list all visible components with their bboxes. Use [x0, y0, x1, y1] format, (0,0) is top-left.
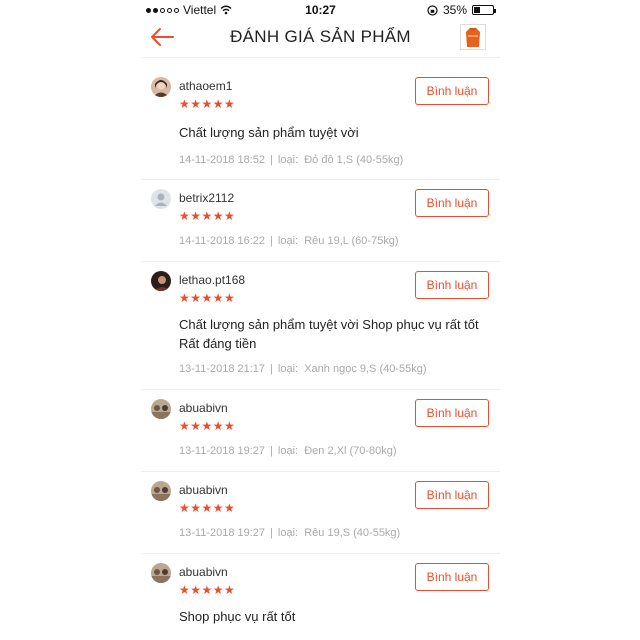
- rating-stars: ★★★★★: [179, 209, 236, 223]
- review-meta: 13-11-2018 19:27 | loại: Rêu 19,S (40-55kg…: [179, 527, 401, 539]
- variant-value: Rêu 19,S (40-55kg): [304, 527, 401, 539]
- top-nav-bar: ĐÁNH GIÁ SẢN PHẨM: [141, 20, 500, 58]
- comment-button[interactable]: Bình luận: [415, 189, 489, 217]
- review-date: 14-11-2018 18:52: [179, 154, 266, 166]
- variant-value: Đỏ đô 1,S (40-55kg): [304, 154, 404, 166]
- review-date: 13-11-2018 19:27: [179, 445, 266, 457]
- comment-button[interactable]: Bình luận: [415, 481, 489, 509]
- rating-stars: ★★★★★: [179, 97, 236, 111]
- avatar[interactable]: [151, 77, 171, 97]
- avatar[interactable]: [151, 271, 171, 291]
- username: lethao.pt168: [179, 273, 246, 287]
- review-item: abuabivn ★★★★★ Bình luận Shop phục vụ rấ…: [141, 554, 500, 640]
- avatar[interactable]: [151, 189, 171, 209]
- comment-button[interactable]: Bình luận: [415, 77, 489, 105]
- review-item: betrix2112 ★★★★★ Bình luận 14-11-2018 16…: [141, 180, 500, 262]
- avatar[interactable]: [151, 399, 171, 419]
- product-thumbnail[interactable]: [460, 24, 486, 50]
- comment-button[interactable]: Bình luận: [415, 399, 489, 427]
- review-item: abuabivn ★★★★★ Bình luận 13-11-2018 19:2…: [141, 472, 500, 554]
- username: betrix2112: [179, 191, 235, 205]
- review-text: Chất lượng sản phẩm tuyệt vời Shop phục …: [179, 317, 479, 351]
- review-item: lethao.pt168 ★★★★★ Bình luận Chất lượng …: [141, 262, 500, 390]
- variant-prefix: loại:: [277, 154, 299, 166]
- variant-value: Đen 2,Xl (70-80kg): [304, 445, 397, 457]
- avatar[interactable]: [151, 563, 171, 583]
- product-image-icon: [466, 27, 480, 47]
- review-date: 13-11-2018 21:17: [179, 363, 266, 375]
- battery-icon: [472, 5, 496, 15]
- review-meta: 13-11-2018 19:27 | loại: Đen 2,Xl (70-80kg…: [179, 445, 397, 457]
- avatar[interactable]: [151, 481, 171, 501]
- variant-prefix: loại:: [277, 235, 299, 247]
- page-title: ĐÁNH GIÁ SẢN PHẨM: [230, 27, 411, 46]
- variant-value: Rêu 19,L (60-75kg): [304, 235, 399, 247]
- rating-stars: ★★★★★: [179, 501, 236, 515]
- comment-button[interactable]: Bình luận: [415, 271, 489, 299]
- variant-prefix: loại:: [277, 527, 299, 539]
- username: abuabivn: [179, 483, 228, 497]
- review-date: 14-11-2018 16:22: [179, 235, 266, 247]
- rating-stars: ★★★★★: [179, 583, 236, 597]
- rating-stars: ★★★★★: [179, 419, 236, 433]
- orientation-lock-icon: [427, 4, 438, 16]
- comment-button[interactable]: Bình luận: [415, 563, 489, 591]
- review-date: 13-11-2018 19:27: [179, 527, 266, 539]
- app-screen: Viettel 10:27 35% ĐÁNH GIÁ SẢN PHẨM atha…: [141, 0, 500, 640]
- review-text: Chất lượng sản phẩm tuyệt vời: [179, 125, 359, 140]
- review-meta: 14-11-2018 18:52 | loại: Đỏ đô 1,S (40-55k…: [179, 154, 404, 166]
- review-meta: 13-11-2018 21:17 | loại: Xanh ngọc 9,S (40…: [179, 363, 427, 375]
- review-meta: 14-11-2018 16:22 | loại: Rêu 19,L (60-75kg…: [179, 235, 399, 247]
- review-item: athaoem1 ★★★★★ Bình luận Chất lượng sản …: [141, 68, 500, 180]
- variant-value: Xanh ngọc 9,S (40-55kg): [304, 363, 427, 375]
- variant-prefix: loại:: [277, 445, 299, 457]
- username: abuabivn: [179, 565, 228, 579]
- username: athaoem1: [179, 79, 233, 93]
- review-item: abuabivn ★★★★★ Bình luận 13-11-2018 19:2…: [141, 390, 500, 472]
- username: abuabivn: [179, 401, 228, 415]
- variant-prefix: loại:: [277, 363, 299, 375]
- status-bar: Viettel 10:27 35%: [141, 0, 500, 20]
- rating-stars: ★★★★★: [179, 291, 236, 305]
- review-text: Shop phục vụ rất tốt: [179, 609, 296, 624]
- battery-percent: 35%: [442, 3, 467, 17]
